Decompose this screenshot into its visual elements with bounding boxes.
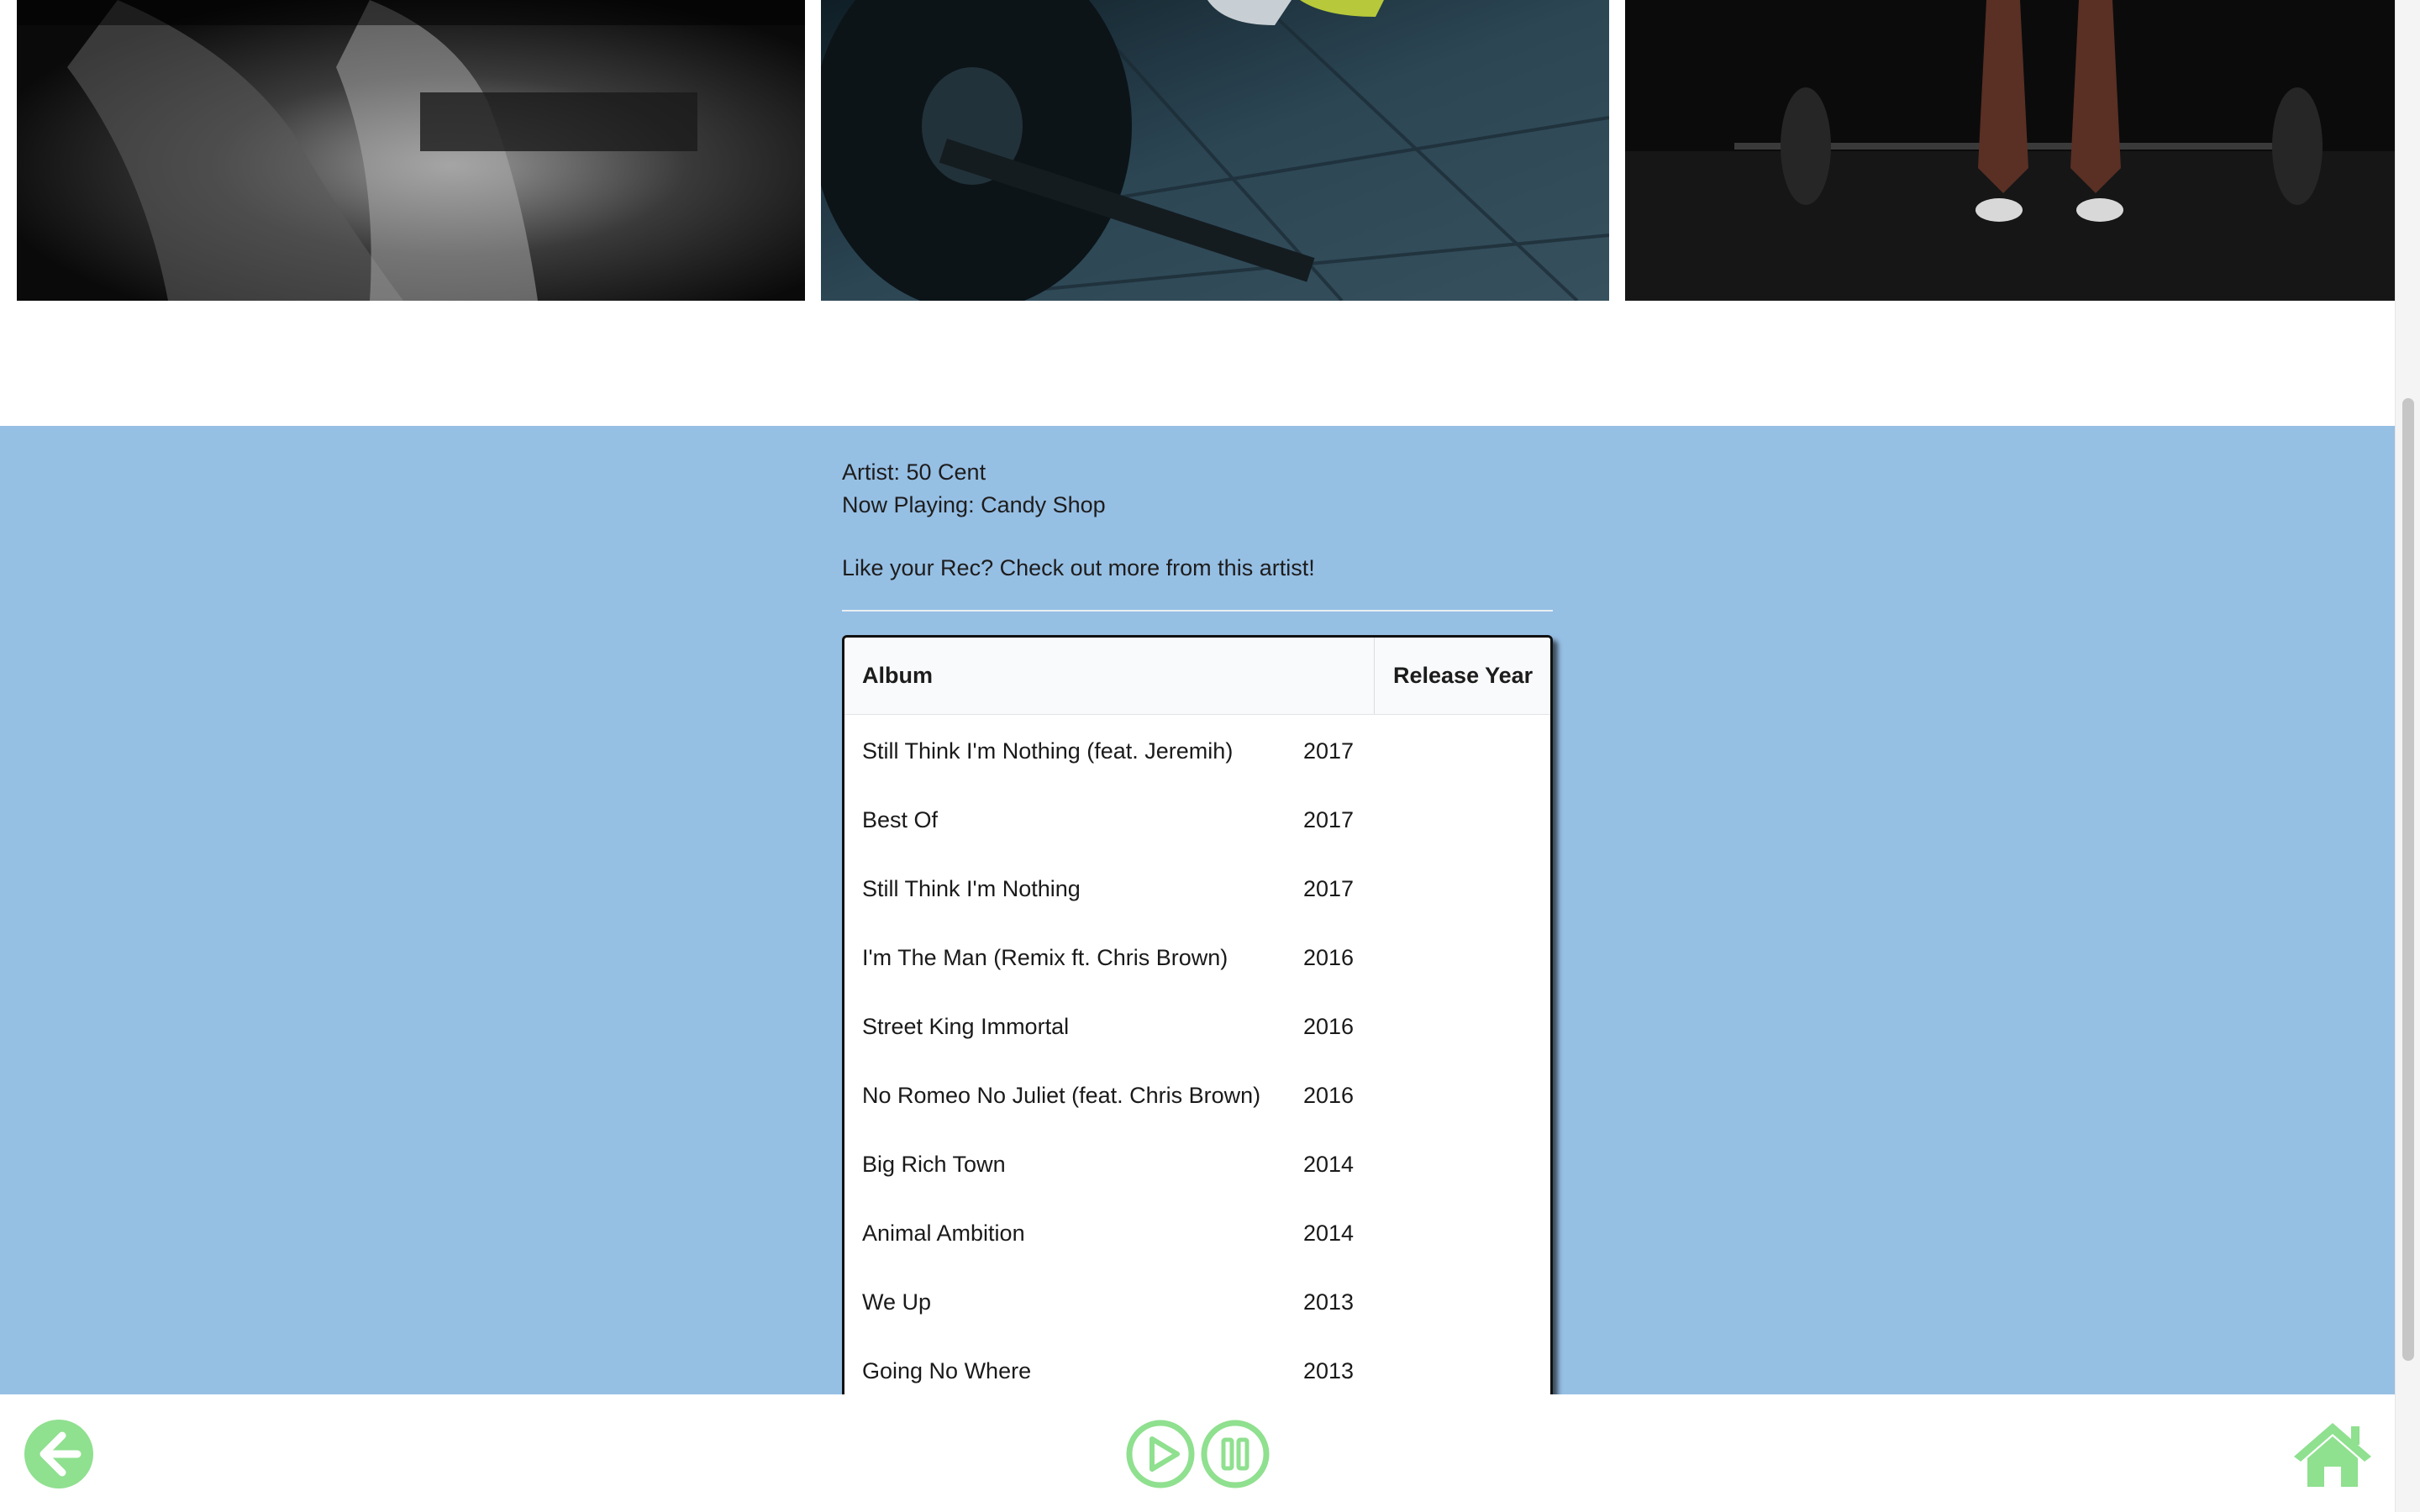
table-row[interactable]: Still Think I'm Nothing 2017 <box>844 854 1550 923</box>
album-cell: Best Of <box>862 806 939 832</box>
now-playing-info: Artist: 50 Cent Now Playing: Candy Shop … <box>842 456 1315 585</box>
album-cell: Street King Immortal <box>862 1013 1070 1039</box>
table-row[interactable]: Animal Ambition 2014 <box>844 1199 1550 1268</box>
arrow-left-circle-icon[interactable] <box>24 1419 94 1489</box>
album-cell: I'm The Man (Remix ft. Chris Brown) <box>862 944 1228 970</box>
album-cell: Big Rich Town <box>862 1151 1006 1177</box>
scrollbar-thumb[interactable] <box>2402 398 2414 1361</box>
fitness-photo-woman-back <box>17 0 805 301</box>
release-year-cell: 2014 <box>1303 1151 1355 1177</box>
album-cell: Still Think I'm Nothing (feat. Jeremih) <box>862 738 1234 764</box>
column-header-release-year[interactable]: Release Year <box>1375 638 1550 714</box>
table-body: Still Think I'm Nothing (feat. Jeremih) 2… <box>844 717 1550 1394</box>
artist-label: Artist: 50 Cent <box>842 459 986 485</box>
table-row[interactable]: Best Of 2017 <box>844 785 1550 854</box>
album-cell: Animal Ambition <box>862 1220 1025 1246</box>
column-header-album[interactable]: Album <box>844 638 1375 714</box>
table-row[interactable]: Big Rich Town 2014 <box>844 1130 1550 1199</box>
table-row[interactable]: No Romeo No Juliet (feat. Chris Brown) 20… <box>844 1061 1550 1130</box>
album-cell: No Romeo No Juliet (feat. Chris Brown) <box>862 1082 1261 1108</box>
release-year-cell: 2016 <box>1303 1013 1355 1039</box>
release-year-cell: 2016 <box>1303 1082 1355 1108</box>
album-cell: Going No Where <box>862 1357 1032 1383</box>
albums-table[interactable]: Album Release Year Still Think I'm Nothi… <box>842 635 1553 1394</box>
recommendation-text: Like your Rec? Check out more from this … <box>842 555 1315 580</box>
player-controls-bar <box>0 1394 2395 1512</box>
page-scrollbar[interactable] <box>2395 0 2420 1512</box>
table-header: Album Release Year <box>844 638 1550 715</box>
divider <box>842 610 1553 612</box>
release-year-cell: 2017 <box>1303 875 1355 901</box>
table-row[interactable]: Street King Immortal 2016 <box>844 992 1550 1061</box>
fitness-photo-deadlift <box>1625 0 2395 301</box>
release-year-cell: 2017 <box>1303 738 1355 764</box>
pause-circle-icon[interactable] <box>1200 1419 1270 1489</box>
table-row[interactable]: Still Think I'm Nothing (feat. Jeremih) 2… <box>844 717 1550 785</box>
release-year-cell: 2013 <box>1303 1357 1355 1383</box>
album-cell: Still Think I'm Nothing <box>862 875 1081 901</box>
now-playing-label: Now Playing: Candy Shop <box>842 492 1106 517</box>
album-cell: We Up <box>862 1289 932 1315</box>
fitness-photo-barbell-floor <box>821 0 1609 301</box>
release-year-cell: 2014 <box>1303 1220 1355 1246</box>
table-row[interactable]: Going No Where 2013 <box>844 1336 1550 1394</box>
release-year-cell: 2013 <box>1303 1289 1355 1315</box>
table-row[interactable]: We Up 2013 <box>844 1268 1550 1336</box>
home-icon[interactable] <box>2291 1420 2375 1488</box>
artist-info-section: Artist: 50 Cent Now Playing: Candy Shop … <box>0 426 2395 1394</box>
play-circle-icon[interactable] <box>1125 1419 1196 1489</box>
release-year-cell: 2017 <box>1303 806 1355 832</box>
table-row[interactable]: I'm The Man (Remix ft. Chris Brown) 2016 <box>844 923 1550 992</box>
release-year-cell: 2016 <box>1303 944 1355 970</box>
